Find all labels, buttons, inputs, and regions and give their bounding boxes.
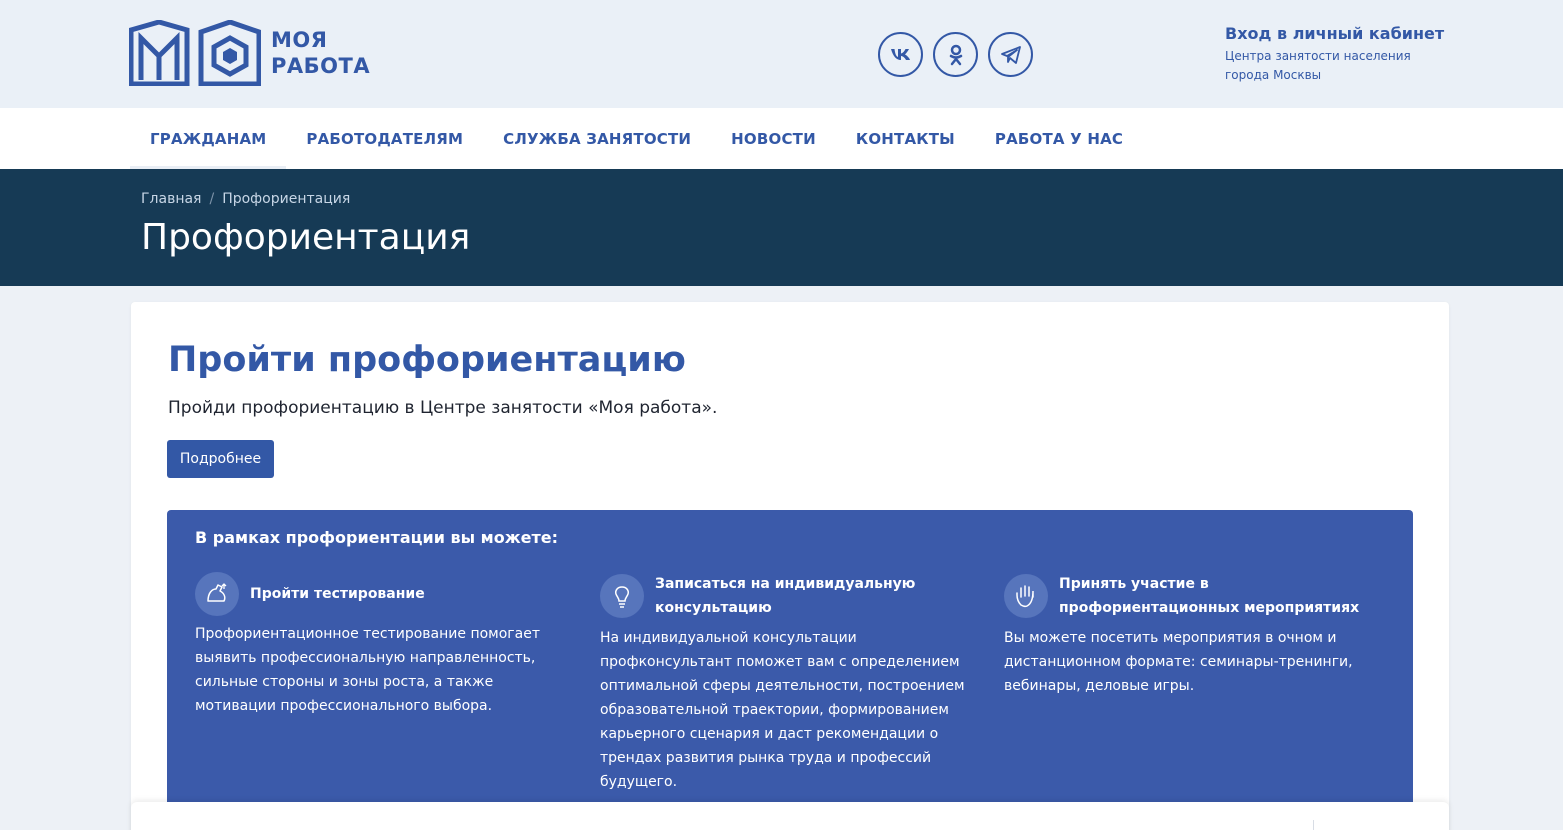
- feature-name: Записаться на индивидуальную консультаци…: [655, 576, 916, 616]
- nav-item-careers[interactable]: РАБОТА У НАС: [975, 108, 1143, 169]
- nav-item-contacts[interactable]: КОНТАКТЫ: [836, 108, 975, 169]
- hand-icon: [1004, 574, 1048, 618]
- section-text: Пройди профориентацию в Центре занятости…: [168, 398, 718, 418]
- logo-line-2: РАБОТА: [271, 54, 371, 78]
- more-button[interactable]: Подробнее: [167, 440, 274, 478]
- nav-item-employers[interactable]: РАБОТОДАТЕЛЯМ: [286, 108, 483, 169]
- cabinet-title[interactable]: Вход в личный кабинет: [1225, 24, 1445, 44]
- breadcrumb-home[interactable]: Главная: [141, 191, 201, 207]
- breadcrumb-current: Профориентация: [222, 191, 351, 207]
- logo-text: МОЯ РАБОТА: [271, 27, 370, 79]
- feature-desc: Профориентационное тестирование помогает…: [195, 626, 540, 714]
- arm-strength-icon: [195, 572, 239, 616]
- nav-item-citizens[interactable]: ГРАЖДАНАМ: [130, 108, 287, 169]
- feature-name: Пройти тестирование: [250, 586, 425, 602]
- page-banner: Главная / Профориентация Профориентация: [0, 169, 1563, 286]
- site-header: МОЯ РАБОТА Вход в личный кабинет Центра …: [0, 0, 1563, 108]
- social-links: [878, 32, 1033, 77]
- nav-item-news[interactable]: НОВОСТИ: [711, 108, 836, 169]
- feature-desc: Вы можете посетить мероприятия в очном и…: [1004, 630, 1353, 694]
- logo-mark-icon: [129, 20, 261, 86]
- vk-icon[interactable]: [878, 32, 923, 77]
- divider: [1313, 820, 1314, 830]
- feature-consultation: Записаться на индивидуальную консультаци…: [600, 572, 980, 794]
- ok-icon[interactable]: [933, 32, 978, 77]
- feature-name: Принять участие в профориентационных мер…: [1059, 576, 1360, 616]
- breadcrumb-separator: /: [209, 191, 215, 207]
- main-nav: ГРАЖДАНАМ РАБОТОДАТЕЛЯМ СЛУЖБА ЗАНЯТОСТИ…: [0, 108, 1563, 169]
- lightbulb-icon: [600, 574, 644, 618]
- site-logo[interactable]: МОЯ РАБОТА: [129, 20, 370, 86]
- page-title: Профориентация: [141, 217, 471, 258]
- nav-item-employment-service[interactable]: СЛУЖБА ЗАНЯТОСТИ: [483, 108, 711, 169]
- features-title: В рамках профориентации вы можете:: [195, 528, 559, 547]
- next-card: [131, 802, 1449, 830]
- cabinet-link[interactable]: Вход в личный кабинет Центра занятости н…: [1225, 24, 1445, 85]
- telegram-icon[interactable]: [988, 32, 1033, 77]
- breadcrumb: Главная / Профориентация: [141, 191, 350, 207]
- feature-events: Принять участие в профориентационных мер…: [1004, 572, 1374, 698]
- feature-testing: Пройти тестирование Профориентационное т…: [195, 572, 565, 718]
- cabinet-subtitle: Центра занятости населения города Москвы: [1225, 49, 1411, 82]
- section-title: Пройти профориентацию: [168, 340, 686, 380]
- logo-line-1: МОЯ: [271, 28, 328, 52]
- features-panel: В рамках профориентации вы можете: Пройт…: [167, 510, 1413, 810]
- content-card: Пройти профориентацию Пройди профориента…: [131, 302, 1449, 830]
- feature-desc: На индивидуальной консультации профконсу…: [600, 630, 965, 790]
